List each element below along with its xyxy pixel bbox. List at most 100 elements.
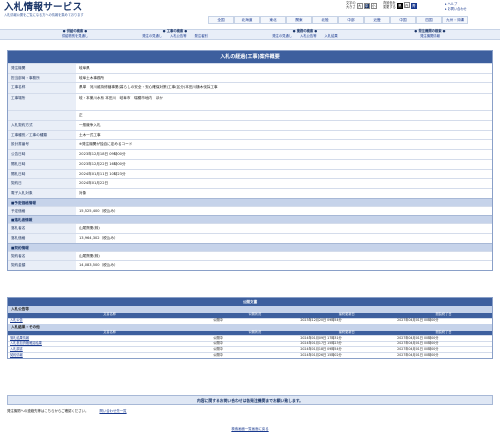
help-label: ヘルプ [447, 2, 458, 6]
row-value: 岐阜県 [79, 66, 90, 70]
row-label: 契約日 [8, 179, 76, 188]
row-label: 電子入札対象 [8, 188, 76, 198]
region-tab[interactable]: 九州・沖縄 [442, 16, 468, 24]
detail-row: 電子入札対象 対象 [8, 187, 492, 198]
region-tab[interactable]: 東北 [260, 16, 286, 24]
font-medium-button[interactable]: 中 [363, 2, 370, 9]
contact-list-link[interactable]: 問い合わせ先一覧 [99, 409, 126, 413]
detail-row: 工事場所 岐・本巣川水系 本田川 岐阜市 瑞穂市地内 ほか [8, 93, 492, 111]
row-value: 一般競争入札 [79, 123, 101, 128]
contact-link[interactable]: ▸ お問い合わせ [445, 7, 467, 12]
site-logo[interactable]: 入札情報サービス 入札情報公開をご覧になる方への情報を集めております [4, 2, 84, 18]
status-cell: 公開中 [211, 351, 299, 358]
color-label2: 変更する [383, 5, 396, 9]
region-tab[interactable]: 北海道 [234, 16, 260, 24]
pub-title: 公開文書 [8, 298, 492, 306]
row-value: ※発注機関が独自に定めるコード [79, 142, 133, 147]
row-label: 契約金額 [8, 261, 76, 270]
row-label: 工事種別／工事の種類 [8, 130, 76, 140]
font-size-label2: 大きさ [346, 4, 356, 9]
row-label: 公告日時 [8, 150, 76, 159]
nav-group-services: ● 業務の検索 ● 発注の見通し 入札公告等 入札結果 [240, 29, 370, 39]
row-label: 開札日時 [8, 169, 76, 179]
row-label: 発注機関 [8, 64, 76, 73]
row-label: 落札者名 [8, 224, 76, 233]
row-value: 県単 河川維持修繕事業(暮らしの安全・安心確保対策)工事(区分)本田川樋木伐採工… [79, 85, 218, 90]
pub-table-results: 文書名称 公開状況 最終更新日 閲覧終了日 落札結果情報 公開中 2024年01… [8, 330, 492, 358]
detail-row: 工事名称 県単 河川維持修繕事業(暮らしの安全・安心確保対策)工事(区分)本田川樋… [8, 82, 492, 94]
section-winner: ■落札者情報 [8, 215, 492, 224]
detail-row: 公告日時 2023年12月18日 09時00分 [8, 149, 492, 159]
color-white-button[interactable]: 白 [403, 2, 410, 8]
detail-row: 担当部局・事務所 岐阜土木事務所 [8, 72, 492, 83]
row-value: 正 [79, 113, 83, 118]
detail-row: 開札日時 2024年01月11日 10時23分 [8, 168, 492, 179]
region-tab[interactable]: 近畿 [364, 16, 390, 24]
row-label: 入札契約方式 [8, 121, 76, 130]
row-value: 岐阜土木事務所 [79, 75, 105, 80]
detail-row: 落札価格 13,964,302（税込み） [8, 232, 492, 243]
contact-notice: 内容に関するお問い合わせは各発注機関までお願い致します。 [7, 395, 493, 405]
color-black-button[interactable]: 黒 [396, 3, 403, 9]
row-label [8, 111, 76, 121]
nav-link[interactable]: 発注の見通し [272, 34, 292, 39]
color-control: 背景色を 変更する 黒 白 青 [383, 1, 417, 10]
contact-info-text: 発注機関への連絡先等はこちらからご確認ください。 [7, 409, 89, 413]
region-tab[interactable]: 中国 [390, 16, 416, 24]
row-value: 2023年12月18日 09時00分 [79, 152, 126, 157]
doc-link[interactable]: 入札公告 [10, 318, 23, 322]
detail-row: 契約者名 山尾興業(株) [8, 250, 492, 261]
nav-link[interactable]: 発注者別 [195, 34, 208, 39]
region-tab[interactable]: 関東 [286, 16, 312, 24]
doc-link[interactable]: 契約情報 [10, 353, 23, 357]
nav-link[interactable]: 発注の見通し [142, 34, 162, 39]
contact-label: お問い合わせ [447, 7, 467, 11]
help-links: ▸ ヘルプ ▸ お問い合わせ [445, 2, 467, 12]
row-value: 13,964,302（税込み） [79, 235, 118, 240]
nav-link[interactable]: 供給物別を見通し [62, 34, 88, 39]
detail-row: 契約金額 14,083,500（税込み） [8, 260, 492, 270]
region-tab[interactable]: 四国 [416, 16, 442, 24]
row-value: 2024年01月11日 10時23分 [79, 171, 126, 176]
date-cell: 2027年04月01日 00時00分 [395, 351, 492, 358]
doc-link[interactable]: 入札参加資格確認結果 [10, 341, 42, 345]
nav-group-agency: ● 発注機関の検索 ● 発注機関情報 [385, 29, 475, 39]
nav-group-construction: ● 工事の検索 ● 発注の見通し 入札公告等 発注者別 [115, 29, 235, 39]
row-label: 設計書番号 [8, 140, 76, 150]
nav-link[interactable]: 入札公告等 [170, 34, 186, 39]
box-title: 入札の経過(工事)案件概要 [8, 51, 492, 63]
doc-link[interactable]: 落札結果情報 [10, 336, 29, 340]
row-value: 土木一式工事 [79, 132, 101, 137]
nav-link[interactable]: 入札結果 [325, 34, 338, 39]
font-large-button[interactable]: 大 [356, 2, 363, 9]
doc-link[interactable]: 入札調書 [10, 347, 23, 351]
footer-links: 発注機関への連絡先等はこちらからご確認ください。 問い合わせ先一覧 [7, 409, 127, 414]
row-label: 担当部局・事務所 [8, 73, 76, 83]
nav-link[interactable]: 入札公告等 [300, 34, 316, 39]
detail-row: 落札者名 山尾興業(株) [8, 223, 492, 233]
row-value: 2024年01月22日 [79, 181, 109, 186]
row-label: 予定価格 [8, 206, 76, 216]
color-blue-button[interactable]: 青 [410, 3, 417, 9]
nav-link[interactable]: 発注機関情報 [420, 34, 440, 39]
detail-row: 正 [8, 110, 492, 121]
case-summary-box: 入札の経過(工事)案件概要 発注機関 岐阜県 担当部局・事務所 岐阜土木事務所 工事… [7, 50, 493, 271]
row-value: 山尾興業(株) [79, 253, 100, 258]
detail-row: 入札契約方式 一般競争入札 [8, 120, 492, 130]
region-tab[interactable]: 北陸 [312, 16, 338, 24]
row-value: 対象 [79, 190, 87, 195]
row-value: 岐・本巣川水系 本田川 岐阜市 瑞穂市地内 ほか [79, 96, 163, 101]
table-row: 契約情報 公開中 2024年01月26日 15時02分 2027年04月01日 … [8, 351, 492, 358]
row-label: 開札日時 [8, 159, 76, 169]
region-tab[interactable]: 全国 [208, 16, 234, 24]
font-small-button[interactable]: 小 [370, 2, 377, 9]
back-to-search-link[interactable]: 検索画面一覧画面に戻る [231, 427, 268, 431]
region-tabs: 全国 北海道 東北 関東 北陸 中部 近畿 中国 四国 九州・沖縄 [208, 16, 468, 24]
search-navbar: ● 供給の検索 ● 供給物別を見通し ● 工事の検索 ● 発注の見通し 入札公告等… [0, 29, 500, 40]
detail-row: 契約日 2024年01月22日 [8, 178, 492, 188]
row-value: 山尾興業(株) [79, 226, 100, 231]
nav-group-supply: ● 供給の検索 ● 供給物別を見通し [40, 29, 110, 39]
row-value: 15,525,400（税込み） [79, 208, 118, 213]
region-tab[interactable]: 中部 [338, 16, 364, 24]
pub-table-notices: 文書名称 公開状況 最終更新日 閲覧終了日 入札公告 公開中 2023年12月2… [8, 313, 492, 324]
